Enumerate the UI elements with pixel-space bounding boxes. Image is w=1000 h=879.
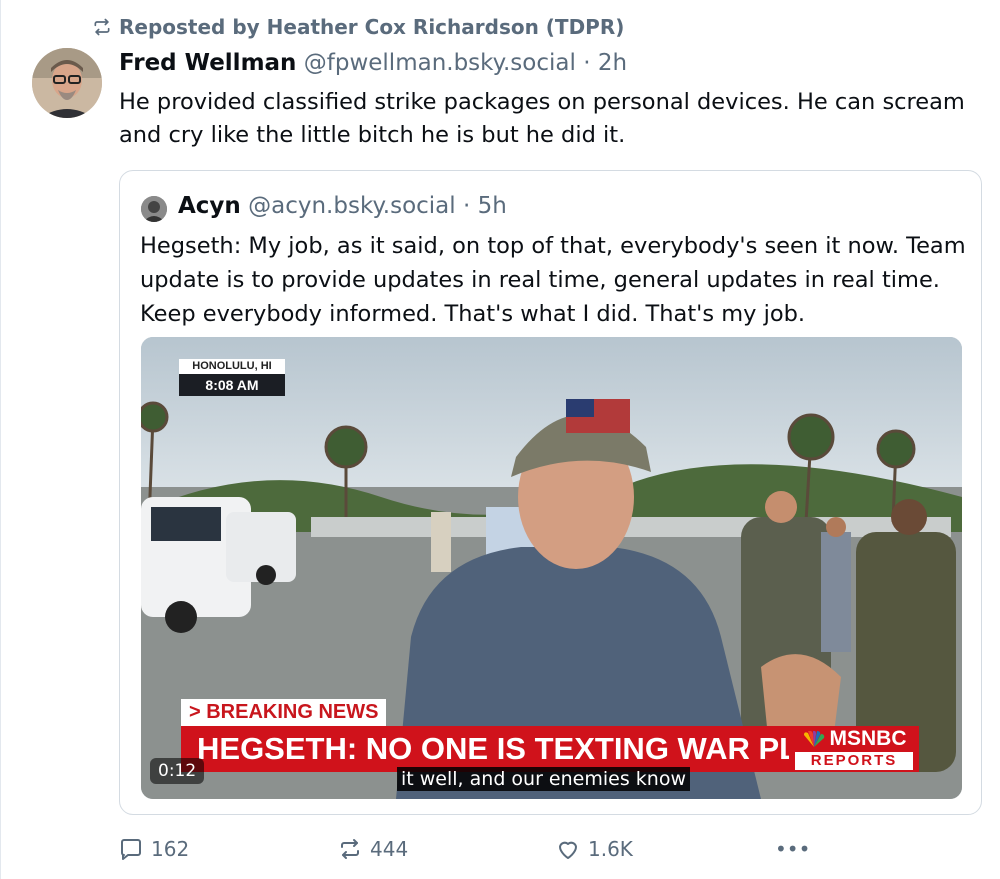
like-button[interactable]: 1.6K	[556, 837, 633, 861]
post-header: Fred Wellman @fpwellman.bsky.social · 2h	[119, 50, 627, 76]
heart-icon	[559, 841, 577, 859]
reply-button[interactable]: 162	[119, 837, 189, 861]
more-options-button[interactable]: •••	[775, 837, 810, 861]
dateline-place: HONOLULU, HI	[179, 359, 285, 374]
peacock-icon	[803, 731, 824, 747]
repost-icon	[94, 18, 110, 36]
post-text: He provided classified strike packages o…	[119, 89, 965, 148]
repost-icon	[341, 839, 359, 859]
author-avatar[interactable]	[32, 48, 102, 118]
video-timestamp: 0:12	[150, 758, 205, 784]
repost-label: Reposted by Heather Cox Richardson (TDPR…	[119, 15, 625, 39]
breaking-news-tag: > BREAKING NEWS	[181, 699, 387, 726]
video-caption: it well, and our enemies know	[397, 767, 690, 791]
quote-author-name[interactable]: Acyn	[178, 193, 241, 219]
quote-header: Acyn @acyn.bsky.social · 5h	[178, 193, 507, 219]
dateline-time: 8:08 AM	[179, 374, 285, 396]
repost-button[interactable]: 444	[338, 837, 408, 861]
network-logo: MSNBC REPORTS	[789, 726, 919, 772]
quote-time[interactable]: 5h	[478, 193, 507, 219]
quote-text: Hegseth: My job, as it said, on top of t…	[140, 233, 966, 327]
post-time[interactable]: 2h	[598, 50, 627, 76]
quote-author-handle[interactable]: @acyn.bsky.social	[248, 193, 456, 219]
repost-indicator[interactable]: Reposted by Heather Cox Richardson (TDPR…	[92, 15, 624, 39]
repost-count: 444	[370, 837, 409, 861]
post-actions: 162 444 1.6K •••	[0, 837, 1000, 867]
dateline: HONOLULU, HI 8:08 AM	[179, 359, 285, 396]
author-name[interactable]: Fred Wellman	[119, 50, 296, 76]
network-name: MSNBC	[829, 727, 907, 750]
left-divider	[0, 0, 1, 879]
reply-count: 162	[151, 837, 190, 861]
author-handle[interactable]: @fpwellman.bsky.social	[304, 50, 576, 76]
quoted-post[interactable]: Acyn @acyn.bsky.social · 5h Hegseth: My …	[119, 170, 982, 815]
separator-dot: ·	[583, 50, 591, 76]
separator-dot: ·	[462, 193, 471, 219]
network-sub: REPORTS	[795, 752, 913, 770]
like-count: 1.6K	[588, 837, 633, 861]
reply-icon	[121, 839, 141, 860]
quote-author-avatar	[141, 196, 167, 222]
more-icon: •••	[775, 837, 811, 861]
headline-bar: HEGSETH: NO ONE IS TEXTING WAR PLANS	[181, 726, 864, 772]
video-player[interactable]: HONOLULU, HI 8:08 AM > BREAKING NEWS HEG…	[141, 337, 962, 799]
